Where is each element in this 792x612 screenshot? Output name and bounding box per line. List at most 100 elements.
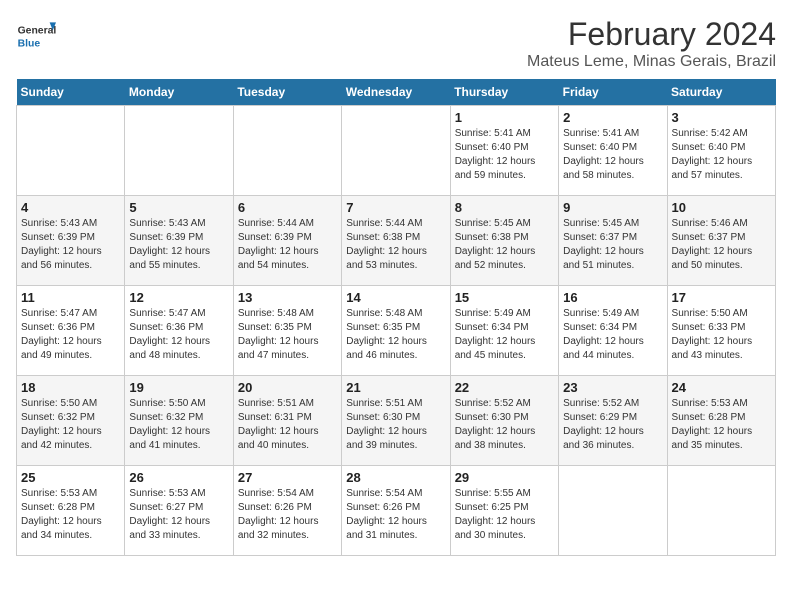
day-info: Sunrise: 5:52 AMSunset: 6:30 PMDaylight:… [455,397,554,453]
calendar-cell [233,106,341,196]
calendar-cell: 20Sunrise: 5:51 AMSunset: 6:31 PMDayligh… [233,376,341,466]
day-info: Sunrise: 5:49 AMSunset: 6:34 PMDaylight:… [455,307,554,363]
calendar-cell [342,106,450,196]
week-row-4: 18 Sunrise: 5:50 AMSunset: 6:32 PMDayligh… [17,376,776,466]
day-number: 22 [455,380,554,395]
day-number: 18 [21,380,120,395]
week-row-3: 11Sunrise: 5:47 AMSunset: 6:36 PMDayligh… [17,286,776,376]
day-info: Sunrise: 5:44 AMSunset: 6:38 PMDaylight:… [346,217,445,273]
calendar-cell: 2 Sunrise: 5:41 AMSunset: 6:40 PMDaylight… [559,106,667,196]
day-number: 2 [563,110,662,125]
day-info: Sunrise: 5:43 AMSunset: 6:39 PMDaylight:… [21,217,120,273]
calendar-cell: 14 Sunrise: 5:48 AMSunset: 6:35 PMDayligh… [342,286,450,376]
day-info: Sunrise: 5:53 AMSunset: 6:28 PMDaylight:… [21,487,120,543]
day-number: 19 [129,380,228,395]
column-header-saturday: Saturday [667,79,775,106]
day-number: 5 [129,200,228,215]
day-number: 6 [238,200,337,215]
calendar-cell: 18 Sunrise: 5:50 AMSunset: 6:32 PMDayligh… [17,376,125,466]
calendar-cell: 10 Sunrise: 5:46 AMSunset: 6:37 PMDayligh… [667,196,775,286]
day-number: 29 [455,470,554,485]
title-section: February 2024 Mateus Leme, Minas Gerais,… [527,16,776,71]
day-info: Sunrise: 5:53 AMSunset: 6:28 PMDaylight:… [672,397,771,453]
calendar-cell: 4 Sunrise: 5:43 AMSunset: 6:39 PMDaylight… [17,196,125,286]
day-number: 4 [21,200,120,215]
calendar-cell [17,106,125,196]
day-number: 16 [563,290,662,305]
calendar-cell: 12Sunrise: 5:47 AMSunset: 6:36 PMDayligh… [125,286,233,376]
column-header-monday: Monday [125,79,233,106]
column-header-tuesday: Tuesday [233,79,341,106]
calendar-cell: 15 Sunrise: 5:49 AMSunset: 6:34 PMDayligh… [450,286,558,376]
calendar-cell: 1 Sunrise: 5:41 AMSunset: 6:40 PMDaylight… [450,106,558,196]
day-number: 24 [672,380,771,395]
day-info: Sunrise: 5:50 AMSunset: 6:32 PMDaylight:… [129,397,228,453]
day-info: Sunrise: 5:46 AMSunset: 6:37 PMDaylight:… [672,217,771,273]
day-info: Sunrise: 5:41 AMSunset: 6:40 PMDaylight:… [563,127,662,183]
column-header-sunday: Sunday [17,79,125,106]
month-title: February 2024 [527,16,776,53]
calendar-table: SundayMondayTuesdayWednesdayThursdayFrid… [16,79,776,556]
svg-text:Blue: Blue [18,38,41,49]
calendar-cell: 7 Sunrise: 5:44 AMSunset: 6:38 PMDaylight… [342,196,450,286]
day-info: Sunrise: 5:45 AMSunset: 6:38 PMDaylight:… [455,217,554,273]
calendar-cell: 5 Sunrise: 5:43 AMSunset: 6:39 PMDaylight… [125,196,233,286]
day-number: 15 [455,290,554,305]
day-number: 7 [346,200,445,215]
day-number: 13 [238,290,337,305]
day-info: Sunrise: 5:48 AMSunset: 6:35 PMDaylight:… [346,307,445,363]
calendar-cell: 25Sunrise: 5:53 AMSunset: 6:28 PMDayligh… [17,466,125,556]
day-number: 1 [455,110,554,125]
day-number: 26 [129,470,228,485]
column-header-thursday: Thursday [450,79,558,106]
day-info: Sunrise: 5:52 AMSunset: 6:29 PMDaylight:… [563,397,662,453]
calendar-cell [559,466,667,556]
day-info: Sunrise: 5:43 AMSunset: 6:39 PMDaylight:… [129,217,228,273]
day-info: Sunrise: 5:51 AMSunset: 6:31 PMDaylight:… [238,397,337,453]
calendar-cell: 13Sunrise: 5:48 AMSunset: 6:35 PMDayligh… [233,286,341,376]
day-number: 3 [672,110,771,125]
day-number: 10 [672,200,771,215]
day-info: Sunrise: 5:47 AMSunset: 6:36 PMDaylight:… [21,307,120,363]
week-row-1: 1 Sunrise: 5:41 AMSunset: 6:40 PMDaylight… [17,106,776,196]
day-info: Sunrise: 5:51 AMSunset: 6:30 PMDaylight:… [346,397,445,453]
column-header-wednesday: Wednesday [342,79,450,106]
logo-icon: General Blue [16,16,56,56]
svg-text:General: General [18,26,56,37]
day-number: 9 [563,200,662,215]
column-header-friday: Friday [559,79,667,106]
calendar-cell: 3 Sunrise: 5:42 AMSunset: 6:40 PMDaylight… [667,106,775,196]
day-info: Sunrise: 5:49 AMSunset: 6:34 PMDaylight:… [563,307,662,363]
calendar-cell: 21 Sunrise: 5:51 AMSunset: 6:30 PMDayligh… [342,376,450,466]
day-number: 14 [346,290,445,305]
week-row-5: 25Sunrise: 5:53 AMSunset: 6:28 PMDayligh… [17,466,776,556]
calendar-cell: 24 Sunrise: 5:53 AMSunset: 6:28 PMDayligh… [667,376,775,466]
calendar-cell: 28Sunrise: 5:54 AMSunset: 6:26 PMDayligh… [342,466,450,556]
day-number: 17 [672,290,771,305]
calendar-cell: 29Sunrise: 5:55 AMSunset: 6:25 PMDayligh… [450,466,558,556]
week-row-2: 4 Sunrise: 5:43 AMSunset: 6:39 PMDaylight… [17,196,776,286]
calendar-cell: 8Sunrise: 5:45 AMSunset: 6:38 PMDaylight… [450,196,558,286]
calendar-cell: 23 Sunrise: 5:52 AMSunset: 6:29 PMDayligh… [559,376,667,466]
calendar-cell [667,466,775,556]
day-info: Sunrise: 5:54 AMSunset: 6:26 PMDaylight:… [346,487,445,543]
calendar-cell: 22 Sunrise: 5:52 AMSunset: 6:30 PMDayligh… [450,376,558,466]
page-header: General Blue February 2024 Mateus Leme, … [16,16,776,71]
calendar-cell: 9 Sunrise: 5:45 AMSunset: 6:37 PMDaylight… [559,196,667,286]
day-info: Sunrise: 5:44 AMSunset: 6:39 PMDaylight:… [238,217,337,273]
day-info: Sunrise: 5:50 AMSunset: 6:32 PMDaylight:… [21,397,120,453]
day-info: Sunrise: 5:50 AMSunset: 6:33 PMDaylight:… [672,307,771,363]
day-info: Sunrise: 5:42 AMSunset: 6:40 PMDaylight:… [672,127,771,183]
day-info: Sunrise: 5:47 AMSunset: 6:36 PMDaylight:… [129,307,228,363]
calendar-cell: 27Sunrise: 5:54 AMSunset: 6:26 PMDayligh… [233,466,341,556]
calendar-cell: 19 Sunrise: 5:50 AMSunset: 6:32 PMDayligh… [125,376,233,466]
day-info: Sunrise: 5:54 AMSunset: 6:26 PMDaylight:… [238,487,337,543]
day-info: Sunrise: 5:41 AMSunset: 6:40 PMDaylight:… [455,127,554,183]
day-number: 23 [563,380,662,395]
day-number: 21 [346,380,445,395]
logo: General Blue [16,16,60,56]
location-title: Mateus Leme, Minas Gerais, Brazil [527,53,776,71]
calendar-cell: 26Sunrise: 5:53 AMSunset: 6:27 PMDayligh… [125,466,233,556]
day-info: Sunrise: 5:45 AMSunset: 6:37 PMDaylight:… [563,217,662,273]
calendar-cell [125,106,233,196]
